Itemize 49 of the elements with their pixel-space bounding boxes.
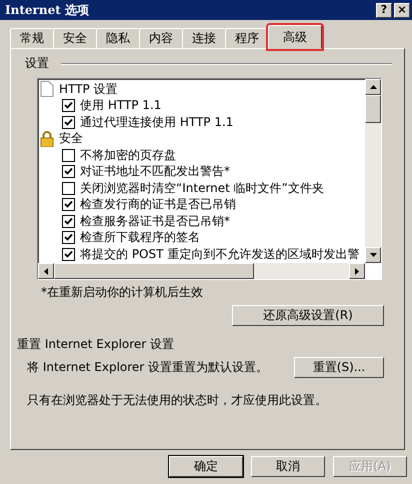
reset-warning: 只有在浏览器处于无法使用的状态时，才应使用此设置。 [27, 392, 328, 409]
dialog-button[interactable]: 确定 [169, 456, 243, 477]
document-icon [40, 81, 54, 98]
setting-label: 检查所下载程序的签名 [80, 229, 200, 246]
restart-note: *在重新启动你的计算机后生效 [41, 284, 204, 301]
setting-label: 检查服务器证书是否已吊销* [80, 212, 230, 230]
setting-label: 关闭浏览器时清空“Internet 临时文件”文件夹 [80, 180, 324, 197]
checkbox[interactable] [62, 214, 75, 228]
setting-label: 对证书地址不匹配发出警告* [80, 163, 230, 180]
scroll-thumb[interactable] [365, 95, 381, 123]
tab[interactable]: 隐私 [96, 28, 140, 48]
category-label: 安全 [59, 130, 83, 148]
down-arrow-icon[interactable] [370, 253, 376, 257]
setting-label: 检查发行商的证书是否已吊销 [80, 196, 236, 214]
reset-section-title: 重置 Internet Explorer 设置 [17, 336, 176, 353]
dialog-button[interactable]: 取消 [251, 456, 325, 477]
horizontal-scrollbar[interactable] [38, 263, 365, 279]
tab[interactable]: 连接 [182, 28, 226, 48]
tab[interactable]: 程序 [225, 28, 269, 48]
group-title: 设置 [25, 55, 49, 72]
scroll-thumb[interactable] [54, 263, 254, 279]
tab[interactable]: 常规 [10, 28, 54, 48]
checkbox[interactable] [62, 99, 75, 112]
checkbox[interactable] [62, 165, 75, 178]
checkbox[interactable] [62, 116, 75, 129]
checkbox[interactable] [62, 148, 75, 162]
checkbox[interactable] [62, 198, 75, 212]
setting-label: 通过代理连接使用 HTTP 1.1 [80, 114, 234, 131]
setting-label: 将提交的 POST 重定向到不允许发送的区域时发出警 [80, 246, 360, 263]
lock-icon [40, 130, 54, 147]
checkbox[interactable] [62, 182, 75, 195]
tab[interactable]: 内容 [139, 28, 183, 48]
close-button[interactable]: × [394, 2, 410, 18]
left-arrow-icon[interactable] [44, 268, 48, 274]
restore-defaults-button[interactable]: 还原高级设置(R) [232, 305, 384, 326]
right-arrow-icon[interactable] [355, 268, 359, 274]
reset-description: 将 Internet Explorer 设置重置为默认设置。 [27, 359, 268, 376]
checkbox[interactable] [62, 248, 75, 261]
tab[interactable]: 高级 [268, 25, 322, 49]
category-label: HTTP 设置 [59, 80, 118, 98]
reset-button[interactable]: 重置(S)... [294, 357, 384, 378]
help-button[interactable]: ? [376, 2, 392, 18]
tab[interactable]: 安全 [53, 28, 97, 48]
setting-label: 不将加密的页存盘 [80, 146, 176, 164]
checkbox[interactable] [62, 231, 75, 244]
window-title: Internet 选项 [5, 2, 89, 18]
vertical-scrollbar[interactable] [365, 79, 381, 263]
setting-label: 使用 HTTP 1.1 [80, 97, 162, 114]
up-arrow-icon[interactable] [370, 85, 376, 89]
